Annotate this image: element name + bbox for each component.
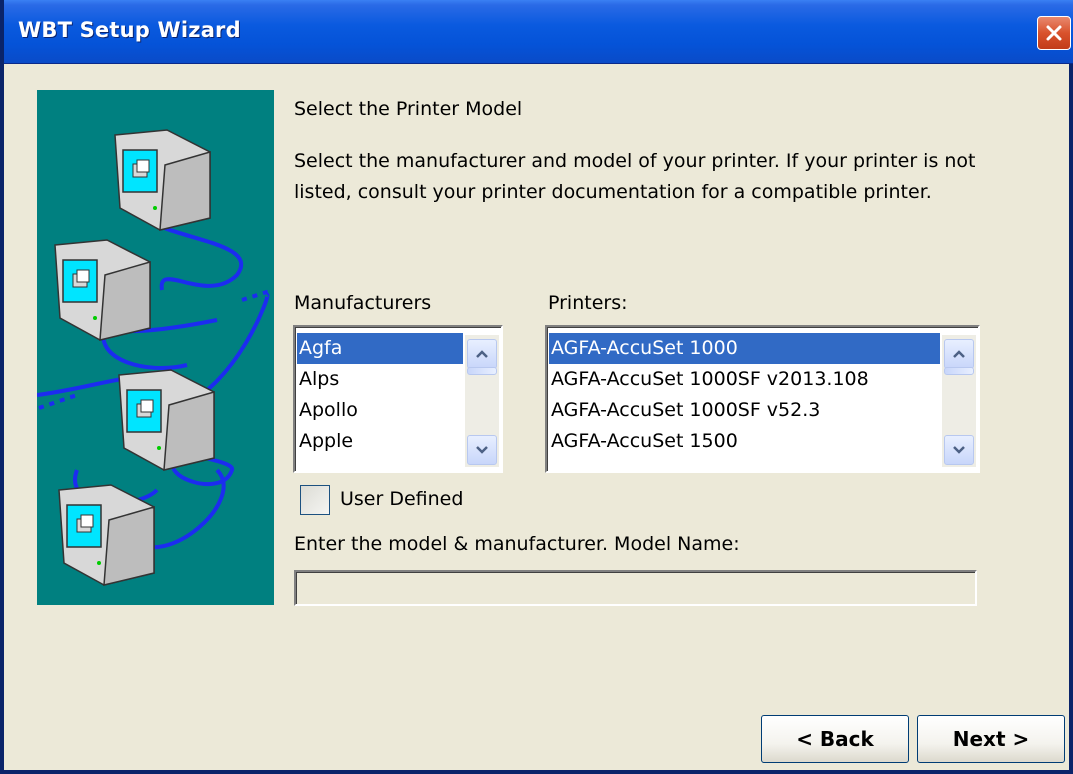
computer-icon: [118, 369, 215, 471]
scroll-down-button[interactable]: [467, 435, 497, 465]
close-button[interactable]: [1037, 16, 1071, 50]
page-heading: Select the Printer Model: [294, 98, 523, 120]
back-button[interactable]: < Back: [761, 715, 909, 763]
model-name-label: Enter the model & manufacturer. Model Na…: [294, 533, 740, 555]
printers-listbox[interactable]: AGFA-AccuSet 1000 AGFA-AccuSet 1000SF v2…: [545, 325, 980, 473]
wizard-window: WBT Setup Wizard Select the Printer Mode…: [0, 0, 1073, 774]
manufacturers-list: Agfa Alps Apollo Apple: [297, 333, 463, 457]
computer-icon: [58, 484, 155, 586]
printers-label: Printers:: [548, 292, 628, 314]
list-item[interactable]: AGFA-AccuSet 1500: [549, 426, 940, 457]
chevron-up-icon: [953, 350, 965, 358]
list-item[interactable]: AGFA-AccuSet 1000SF v52.3: [549, 395, 940, 426]
manufacturers-scrollbar[interactable]: [465, 335, 499, 467]
networked-computers-illustration: [37, 90, 274, 605]
user-defined-label[interactable]: User Defined: [340, 488, 463, 510]
manufacturers-listbox[interactable]: Agfa Alps Apollo Apple: [293, 325, 503, 473]
printers-list: AGFA-AccuSet 1000 AGFA-AccuSet 1000SF v2…: [549, 333, 940, 457]
scroll-down-button[interactable]: [944, 435, 974, 465]
list-item[interactable]: Apple: [297, 426, 463, 457]
chevron-down-icon: [953, 446, 965, 454]
next-button[interactable]: Next >: [917, 715, 1065, 763]
close-icon: [1046, 25, 1062, 41]
scroll-up-button[interactable]: [467, 339, 497, 369]
chevron-up-icon: [476, 350, 488, 358]
list-item[interactable]: Apollo: [297, 395, 463, 426]
list-item[interactable]: AGFA-AccuSet 1000: [549, 333, 940, 364]
page-description: Select the manufacturer and model of you…: [294, 150, 976, 203]
computer-icon: [54, 239, 151, 341]
manufacturers-label: Manufacturers: [294, 292, 432, 314]
list-item[interactable]: AGFA-AccuSet 1000SF v2013.108: [549, 364, 940, 395]
list-item[interactable]: Alps: [297, 364, 463, 395]
scroll-thumb[interactable]: [944, 367, 974, 375]
scroll-thumb[interactable]: [467, 367, 497, 375]
computer-icon: [114, 129, 211, 231]
chevron-down-icon: [476, 446, 488, 454]
scroll-up-button[interactable]: [944, 339, 974, 369]
user-defined-checkbox[interactable]: [300, 485, 330, 515]
model-name-input[interactable]: [294, 570, 977, 606]
window-title: WBT Setup Wizard: [18, 18, 241, 42]
title-bar[interactable]: WBT Setup Wizard: [4, 0, 1073, 64]
printers-scrollbar[interactable]: [942, 335, 976, 467]
list-item[interactable]: Agfa: [297, 333, 463, 364]
